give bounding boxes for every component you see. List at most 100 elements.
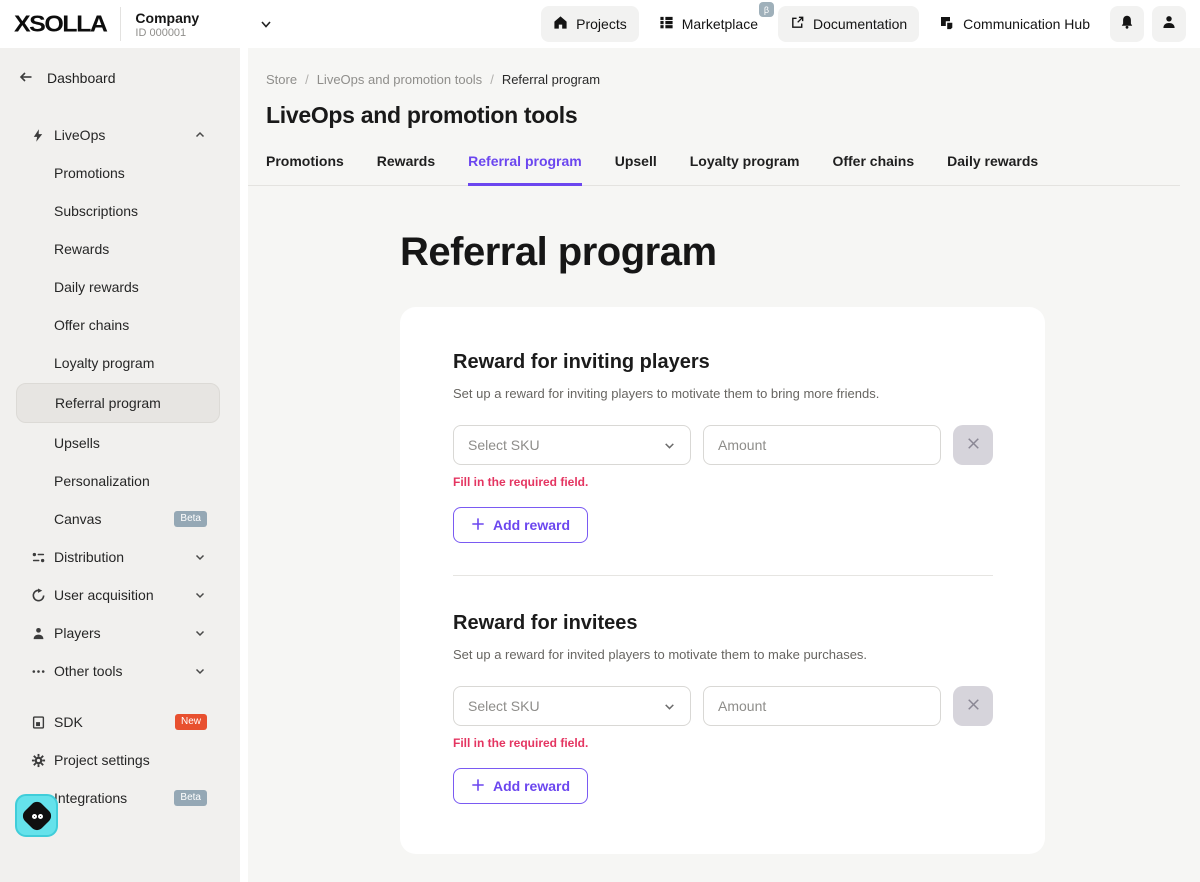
distribution-icon — [30, 550, 46, 565]
sidebar-group-other-tools[interactable]: Other tools — [0, 652, 240, 690]
bot-icon — [20, 799, 54, 833]
add-reward-label: Add reward — [493, 778, 570, 794]
sidebar: Dashboard LiveOps Promotions Subscriptio… — [0, 48, 240, 882]
remove-reward-button[interactable] — [953, 686, 993, 726]
breadcrumb-current: Referral program — [502, 72, 600, 87]
sidebar-item-label: Project settings — [54, 752, 150, 768]
sidebar-item-referral-program[interactable]: Referral program — [16, 383, 220, 423]
grid-icon — [659, 15, 674, 33]
person-icon — [1161, 14, 1177, 35]
sidebar-item-offer-chains[interactable]: Offer chains — [0, 306, 240, 344]
projects-label: Projects — [576, 16, 627, 32]
tab-loyalty-program[interactable]: Loyalty program — [690, 153, 800, 185]
chat-widget-button[interactable] — [15, 794, 58, 837]
breadcrumb-separator: / — [305, 72, 309, 87]
close-icon — [965, 696, 982, 716]
tab-bar: Promotions Rewards Referral program Upse… — [248, 153, 1180, 186]
sdk-icon — [30, 715, 46, 730]
sidebar-item-project-settings[interactable]: Project settings — [0, 741, 240, 779]
sidebar-item-upsells[interactable]: Upsells — [0, 424, 240, 462]
amount-input[interactable] — [703, 425, 941, 465]
breadcrumb-store[interactable]: Store — [266, 72, 297, 87]
home-icon — [553, 15, 568, 33]
main-content: Store / LiveOps and promotion tools / Re… — [248, 48, 1200, 882]
sidebar-group-liveops[interactable]: LiveOps — [0, 116, 240, 154]
tab-offer-chains[interactable]: Offer chains — [832, 153, 914, 185]
tab-daily-rewards[interactable]: Daily rewards — [947, 153, 1038, 185]
sidebar-item-label: Promotions — [54, 165, 125, 181]
sidebar-item-loyalty-program[interactable]: Loyalty program — [0, 344, 240, 382]
sku-select-placeholder: Select SKU — [468, 698, 540, 714]
breadcrumb-separator: / — [490, 72, 494, 87]
projects-button[interactable]: Projects — [541, 6, 639, 42]
communication-hub-button[interactable]: Communication Hub — [927, 6, 1102, 42]
sidebar-item-label: Upsells — [54, 435, 100, 451]
gear-icon — [30, 753, 46, 768]
page-title: LiveOps and promotion tools — [266, 102, 1200, 129]
reward-invitees-description: Set up a reward for invited players to m… — [453, 647, 993, 662]
documentation-button[interactable]: Documentation — [778, 6, 919, 42]
add-reward-button[interactable]: Add reward — [453, 768, 588, 804]
sidebar-item-personalization[interactable]: Personalization — [0, 462, 240, 500]
company-id: ID 000001 — [135, 27, 199, 39]
sidebar-item-label: Canvas — [54, 511, 101, 527]
sidebar-item-canvas[interactable]: Canvas Beta — [0, 500, 240, 538]
company-name: Company — [135, 10, 199, 26]
sidebar-item-label: Personalization — [54, 473, 150, 489]
sku-select[interactable]: Select SKU — [453, 686, 691, 726]
breadcrumb-liveops[interactable]: LiveOps and promotion tools — [317, 72, 482, 87]
chevron-down-icon[interactable] — [259, 17, 273, 31]
section-divider — [453, 575, 993, 576]
external-link-icon — [790, 15, 805, 33]
header-divider — [120, 7, 121, 41]
sidebar-group-label: User acquisition — [54, 587, 154, 603]
back-arrow-icon — [18, 69, 34, 88]
plus-icon — [471, 517, 485, 534]
sidebar-item-label: Loyalty program — [54, 355, 154, 371]
chevron-down-icon — [663, 700, 676, 713]
sku-select[interactable]: Select SKU — [453, 425, 691, 465]
sidebar-group-players[interactable]: Players — [0, 614, 240, 652]
validation-error: Fill in the required field. — [453, 475, 993, 489]
sidebar-item-label: Referral program — [55, 395, 161, 411]
sidebar-item-promotions[interactable]: Promotions — [0, 154, 240, 192]
tab-promotions[interactable]: Promotions — [266, 153, 344, 185]
sidebar-group-label: LiveOps — [54, 127, 105, 143]
sidebar-item-label: Integrations — [54, 790, 127, 806]
sidebar-back-dashboard[interactable]: Dashboard — [0, 62, 240, 94]
sidebar-item-daily-rewards[interactable]: Daily rewards — [0, 268, 240, 306]
breadcrumb: Store / LiveOps and promotion tools / Re… — [248, 48, 1200, 87]
sidebar-item-sdk[interactable]: SDK New — [0, 703, 240, 741]
sidebar-group-label: Other tools — [54, 663, 122, 679]
sidebar-item-subscriptions[interactable]: Subscriptions — [0, 192, 240, 230]
documentation-label: Documentation — [813, 16, 907, 32]
remove-reward-button[interactable] — [953, 425, 993, 465]
reward-inviting-title: Reward for inviting players — [453, 351, 993, 374]
add-reward-button[interactable]: Add reward — [453, 507, 588, 543]
sidebar-group-user-acquisition[interactable]: User acquisition — [0, 576, 240, 614]
notifications-button[interactable] — [1110, 6, 1144, 42]
account-button[interactable] — [1152, 6, 1186, 42]
company-selector[interactable]: Company ID 000001 — [135, 10, 199, 39]
sidebar-item-rewards[interactable]: Rewards — [0, 230, 240, 268]
tab-rewards[interactable]: Rewards — [377, 153, 435, 185]
sidebar-back-label: Dashboard — [47, 70, 116, 86]
sidebar-item-label: SDK — [54, 714, 83, 730]
sku-select-placeholder: Select SKU — [468, 437, 540, 453]
sidebar-group-distribution[interactable]: Distribution — [0, 538, 240, 576]
reward-row: Select SKU — [453, 425, 993, 465]
sidebar-item-label: Subscriptions — [54, 203, 138, 219]
tab-referral-program[interactable]: Referral program — [468, 153, 582, 186]
amount-input[interactable] — [703, 686, 941, 726]
marketplace-button[interactable]: Marketplace β — [647, 6, 770, 42]
header-actions: Projects Marketplace β Documentation — [541, 6, 1200, 42]
reward-invitees-title: Reward for invitees — [453, 612, 993, 635]
reward-inviting-description: Set up a reward for inviting players to … — [453, 386, 993, 401]
chevron-down-icon — [663, 439, 676, 452]
close-icon — [965, 435, 982, 455]
bolt-icon — [30, 128, 46, 143]
marketplace-label: Marketplace — [682, 16, 758, 32]
tab-upsell[interactable]: Upsell — [615, 153, 657, 185]
chevron-down-icon — [194, 589, 206, 601]
reward-row: Select SKU — [453, 686, 993, 726]
